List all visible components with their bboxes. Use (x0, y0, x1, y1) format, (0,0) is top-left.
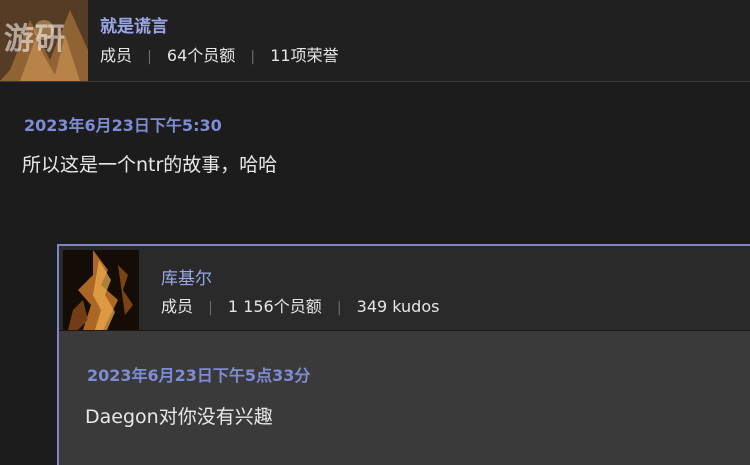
quoted-author-header: 库基尔 成员 | 1 156个员额 | 349 kudos (59, 246, 750, 331)
author-role: 成员 (100, 46, 133, 65)
quoted-author-role: 成员 (161, 297, 194, 316)
author-credits[interactable]: 64个员额 (167, 46, 235, 65)
forum-post-page: 游研 就是谎言 成员 | 64个员额 | 11项荣誉 2023年6月23日下午5… (0, 0, 750, 465)
quoted-post-content: Daegon对你没有兴趣 (85, 406, 273, 428)
quoted-author-kudos[interactable]: 349 kudos (357, 297, 440, 316)
quoted-author-credits[interactable]: 1 156个员额 (228, 297, 322, 316)
quoted-author-username[interactable]: 库基尔 (161, 264, 212, 289)
author-avatar[interactable]: 游研 (0, 0, 88, 81)
watermark-logo: 游研 (4, 22, 66, 57)
author-meta: 成员 | 64个员额 | 11项荣誉 (100, 42, 339, 66)
meta-divider: | (250, 49, 256, 65)
author-username[interactable]: 就是谎言 (100, 12, 168, 37)
meta-divider: | (208, 300, 213, 316)
author-honors[interactable]: 11项荣誉 (270, 46, 338, 65)
post-content: 所以这是一个ntr的故事，哈哈 (22, 154, 278, 176)
post-author-header: 游研 就是谎言 成员 | 64个员额 | 11项荣誉 (0, 0, 750, 82)
quoted-author-avatar[interactable] (63, 250, 139, 330)
quoted-author-meta: 成员 | 1 156个员额 | 349 kudos (161, 293, 439, 317)
post-timestamp[interactable]: 2023年6月23日下午5:30 (24, 112, 222, 136)
meta-divider: | (336, 300, 342, 316)
meta-divider: | (147, 49, 152, 65)
quoted-post: 库基尔 成员 | 1 156个员额 | 349 kudos 2023年6月23日… (57, 244, 750, 465)
quoted-post-timestamp[interactable]: 2023年6月23日下午5点33分 (87, 362, 310, 386)
